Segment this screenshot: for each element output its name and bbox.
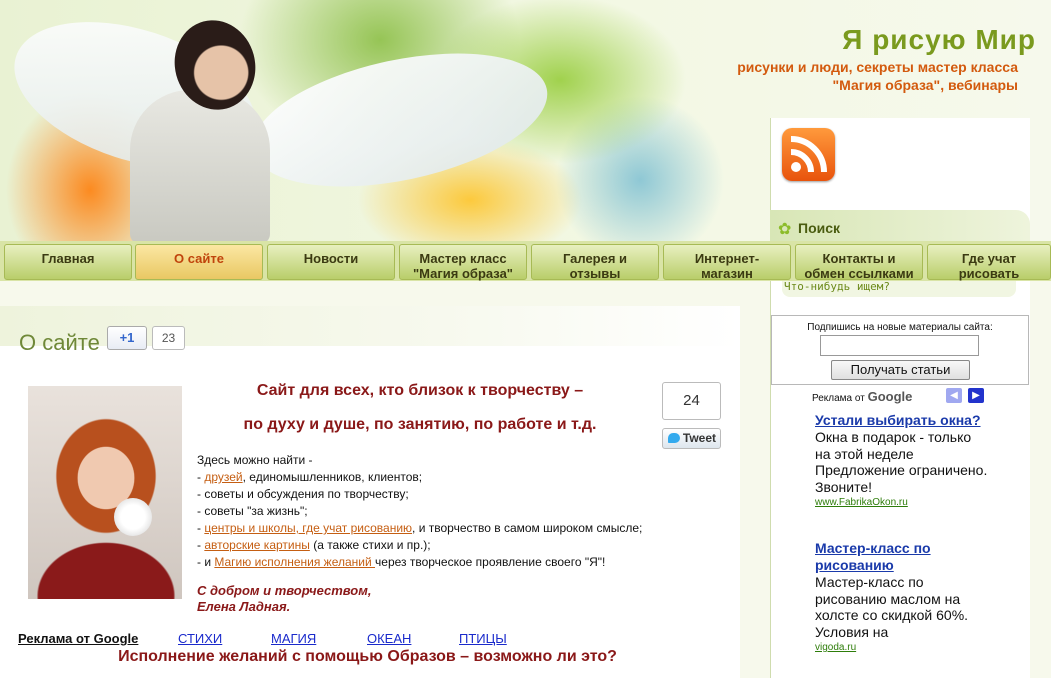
nav-label: отзывы [569,266,621,281]
nav-label: Новости [303,251,359,266]
paintings-link[interactable]: авторские картины [204,538,310,552]
search-title: Поиск [798,220,841,236]
list-item: - центры и школы, где учат рисованию, и … [197,520,717,537]
nav-item-gallery[interactable]: Галерея и отзывы [531,244,659,281]
friends-link[interactable]: друзей [204,470,242,484]
ad-url-link[interactable]: vigoda.ru [815,641,990,655]
nav-label: рисовать [958,266,1020,281]
bottom-ad-links: Реклама от Google СТИХИ МАГИЯ ОКЕАН ПТИЦ… [15,630,527,648]
tagline-line2: "Магия образа", вебинары [832,77,1018,93]
ad-text: Мастер-класс по рисованию маслом на холс… [815,574,969,640]
signature: С добром и творчеством, Елена Ладная. [197,583,371,615]
ads-label-text: Реклама от [812,393,865,404]
nav-label: обмен ссылками [804,266,914,281]
schools-link[interactable]: центры и школы, где учат рисованию [204,521,412,535]
nav-item-shop[interactable]: Интернет- магазин [663,244,791,281]
nav-label: Где учат [961,251,1017,266]
list-item: - советы "за жизнь"; [197,503,717,520]
search-input[interactable]: Что-нибудь ищем? [782,280,1016,297]
angel-wing-right [240,30,560,210]
intro-line: Здесь можно найти - [197,453,313,467]
list-rest: , и творчество в самом широком смысле; [412,521,643,535]
nav-item-home[interactable]: Главная [4,244,132,280]
intro-text: Здесь можно найти - - друзей, единомышле… [197,452,717,571]
list-prefix: - и [197,555,215,569]
tweet-count: 24 [662,382,721,420]
flower-icon: ✿ [778,219,792,238]
nav-item-schools[interactable]: Где учат рисовать [927,244,1051,281]
list-item: - друзей, единомышленников, клиентов; [197,469,717,486]
topic-link[interactable]: СТИХИ [178,631,222,646]
list-rest: , единомышленников, клиентов; [242,470,423,484]
site-tagline: рисунки и люди, секреты мастер класса "М… [737,58,1018,94]
google-plus-count: 23 [152,326,185,350]
search-header: ✿ Поиск [770,210,1030,242]
nav-label: Главная [41,251,95,266]
nav-label: Мастер класс [419,251,507,266]
white-rose-icon [114,498,152,536]
nav-label: Интернет- [694,251,760,266]
site-title[interactable]: Я рисую Мир [842,24,1036,56]
angel-figure [130,90,270,244]
sidebar-google-ads: Реклама от Google ◀ ▶ Устали выбирать ок… [812,386,1012,653]
tagline-line1: рисунки и люди, секреты мастер класса [737,59,1018,75]
ads-next-button[interactable]: ▶ [968,388,984,403]
subscribe-button[interactable]: Получать статьи [831,360,970,380]
ads-label: Реклама от Google [812,389,912,404]
article-title[interactable]: Исполнение желаний с помощью Образов – в… [0,648,735,666]
ads-prev-button[interactable]: ◀ [946,388,962,403]
subscribe-form: Подпишись на новые материалы сайта: Полу… [771,315,1029,385]
google-logo: Google [867,389,913,404]
page-title: О сайте [19,330,100,355]
rss-icon[interactable] [782,128,835,181]
list-item: - советы и обсуждения по творчеству; [197,486,717,503]
ad-url-link[interactable]: www.FabrikaOkon.ru [815,496,990,510]
nav-label: магазин [701,266,753,281]
nav-label: "Магия образа" [413,266,513,281]
nav-item-about[interactable]: О сайте [135,244,263,280]
topic-link[interactable]: ПТИЦЫ [459,631,507,646]
ad-text: Окна в подарок - только на этой неделе П… [815,429,988,495]
headline-line1: Сайт для всех, кто близок к творчеству – [256,382,584,399]
headline-line2: по духу и душе, по занятию, по работе и … [243,416,597,433]
tweet-button[interactable]: Tweet [662,428,721,449]
twitter-bird-icon [668,433,680,443]
list-item: - авторские картины (а также стихи и пр.… [197,537,717,554]
nav-label: Галерея и [562,251,628,266]
signature-line2: Елена Ладная. [197,599,291,614]
author-photo [28,386,182,599]
nav-label: О сайте [174,251,224,266]
list-prefix: - советы и обсуждения по творчеству; [197,487,409,501]
list-rest: через творческое проявление своего "Я"! [375,555,606,569]
side-ad: Устали выбирать окна? Окна в подарок - т… [815,412,990,510]
bottom-ads-label[interactable]: Реклама от Google [18,631,138,646]
ad-title-link[interactable]: Устали выбирать окна? [815,412,990,429]
list-item: - и Магию исполнения желаний через творч… [197,554,717,571]
signature-line1: С добром и творчеством, [197,583,372,598]
ad-title-link[interactable]: Мастер-класс по рисованию [815,540,990,574]
nav-item-news[interactable]: Новости [267,244,395,280]
subscribe-email-input[interactable] [820,335,979,356]
nav-label: Контакты и [822,251,896,266]
wishes-magic-link[interactable]: Магию исполнения желаний [214,555,375,569]
nav-item-contacts[interactable]: Контакты и обмен ссылками [795,244,923,281]
topic-link[interactable]: МАГИЯ [271,631,316,646]
side-ad: Мастер-класс по рисованию Мастер-класс п… [815,540,990,655]
nav-item-master-class[interactable]: Мастер класс "Магия образа" [399,244,527,281]
topic-link[interactable]: ОКЕАН [367,631,411,646]
tweet-label: Tweet [682,431,716,445]
ads-header: Реклама от Google ◀ ▶ [812,386,1012,406]
list-prefix: - советы "за жизнь"; [197,504,308,518]
main-nav: Главная О сайте Новости Мастер класс "Ма… [0,241,1051,281]
subscribe-label: Подпишись на новые материалы сайта: [807,322,993,333]
list-rest: (а также стихи и пр.); [309,538,431,552]
google-plus-one-button[interactable]: +1 [107,326,147,350]
